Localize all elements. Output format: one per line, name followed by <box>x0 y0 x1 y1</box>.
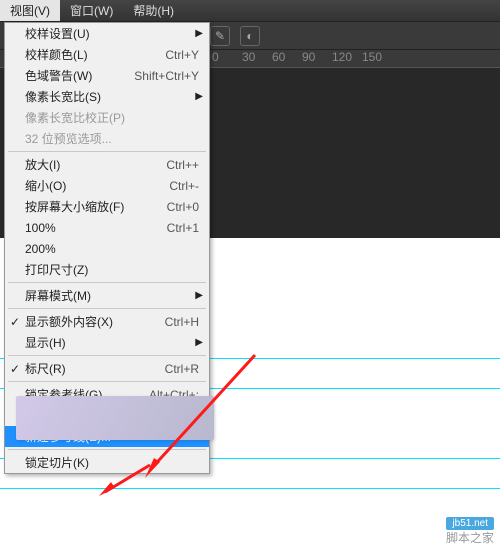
menu-100[interactable]: 100%Ctrl+1 <box>5 217 209 238</box>
ruler-mark: 30 <box>242 50 272 64</box>
menubar: 视图(V) 窗口(W) 帮助(H) <box>0 0 500 22</box>
tool-icon-1[interactable]: ✎ <box>210 26 230 46</box>
menu-show[interactable]: 显示(H)▶ <box>5 332 209 353</box>
menu-rulers[interactable]: ✓标尺(R)Ctrl+R <box>5 358 209 379</box>
menu-proof-setup[interactable]: 校样设置(U)▶ <box>5 23 209 44</box>
menu-gamut-warning[interactable]: 色域警告(W)Shift+Ctrl+Y <box>5 65 209 86</box>
menu-separator <box>8 355 206 356</box>
tool-icon-2[interactable]: ◐ <box>240 26 260 46</box>
menu-pixel-aspect[interactable]: 像素长宽比(S)▶ <box>5 86 209 107</box>
ruler-mark: 60 <box>272 50 302 64</box>
menu-screen-mode[interactable]: 屏幕模式(M)▶ <box>5 285 209 306</box>
menu-zoom-in[interactable]: 放大(I)Ctrl++ <box>5 154 209 175</box>
menu-pixel-correct: 像素长宽比校正(P) <box>5 107 209 128</box>
ruler-mark: 90 <box>302 50 332 64</box>
menu-help[interactable]: 帮助(H) <box>123 0 184 21</box>
submenu-arrow-icon: ▶ <box>195 337 203 348</box>
menu-zoom-out[interactable]: 缩小(O)Ctrl+- <box>5 175 209 196</box>
submenu-arrow-icon: ▶ <box>195 290 203 301</box>
redacted-region <box>16 396 214 440</box>
check-icon: ✓ <box>10 315 20 329</box>
submenu-arrow-icon: ▶ <box>195 91 203 102</box>
menu-print-size[interactable]: 打印尺寸(Z) <box>5 259 209 280</box>
watermark-badge: jb51.net <box>446 517 494 530</box>
ruler-mark: 150 <box>362 50 392 64</box>
submenu-arrow-icon: ▶ <box>195 28 203 39</box>
menu-separator <box>8 308 206 309</box>
menu-separator <box>8 151 206 152</box>
watermark-text: 脚本之家 <box>446 531 494 545</box>
check-icon: ✓ <box>10 362 20 376</box>
menu-32bit-preview: 32 位预览选项... <box>5 128 209 149</box>
guide-line[interactable] <box>0 488 500 489</box>
menu-separator <box>8 282 206 283</box>
menu-window[interactable]: 窗口(W) <box>60 0 123 21</box>
menu-proof-colors[interactable]: 校样颜色(L)Ctrl+Y <box>5 44 209 65</box>
menu-lock-slices[interactable]: 锁定切片(K) <box>5 452 209 473</box>
menu-separator <box>8 381 206 382</box>
watermark: jb51.net 脚本之家 <box>446 517 494 546</box>
menu-extras[interactable]: ✓显示额外内容(X)Ctrl+H <box>5 311 209 332</box>
ruler-mark: 120 <box>332 50 362 64</box>
menu-separator <box>8 449 206 450</box>
menu-fit-screen[interactable]: 按屏幕大小缩放(F)Ctrl+0 <box>5 196 209 217</box>
menu-view[interactable]: 视图(V) <box>0 0 60 21</box>
ruler-mark: 0 <box>212 50 242 64</box>
menu-200[interactable]: 200% <box>5 238 209 259</box>
